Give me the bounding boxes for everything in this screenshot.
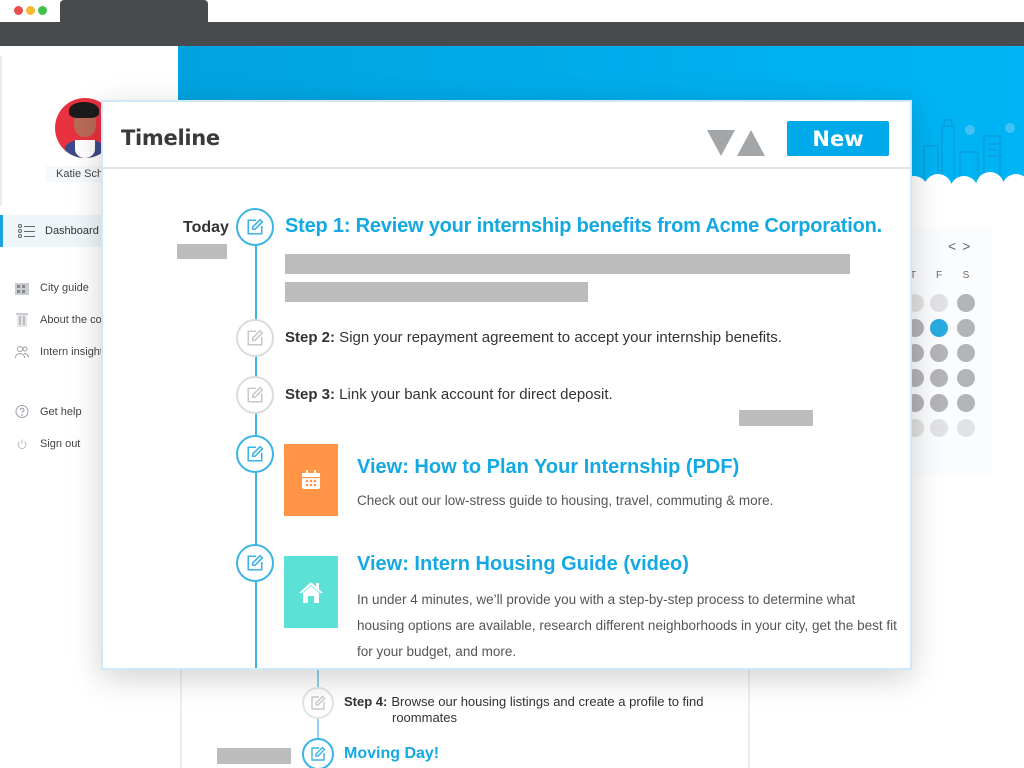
calendar-day[interactable] — [930, 369, 948, 387]
calendar-day[interactable] — [957, 394, 975, 412]
step3-body: Link your bank account for direct deposi… — [335, 386, 613, 403]
calendar-day[interactable] — [957, 369, 975, 387]
calendar-day[interactable] — [930, 294, 948, 312]
resource2-description: In under 4 minutes, we’ll provide you wi… — [357, 592, 897, 659]
help-icon — [14, 404, 30, 420]
step3-text[interactable]: Step 3: Link your bank account for direc… — [285, 386, 613, 403]
sidebar-item-dashboard[interactable]: Dashboard — [0, 215, 102, 247]
step2-text[interactable]: Step 2: Sign your repayment agreement to… — [285, 329, 782, 346]
sidebar-item-label: Intern insight — [40, 346, 103, 358]
edit-icon — [247, 218, 264, 235]
calendar-day[interactable] — [957, 319, 975, 337]
redacted-date — [739, 410, 813, 426]
calendar-day-header: F — [935, 270, 943, 281]
edit-icon — [247, 386, 264, 403]
building-icon — [14, 312, 30, 328]
calendar-day[interactable] — [957, 419, 975, 437]
sidebar-item-label: City guide — [40, 282, 89, 294]
sort-ascending-icon[interactable] — [737, 130, 765, 156]
calendar-day-header: S — [962, 270, 970, 281]
step1-title-link[interactable]: Step 1: Review your internship benefits … — [285, 215, 882, 238]
browser-toolbar — [0, 22, 1024, 46]
calendar-next-button[interactable]: > — [962, 238, 976, 254]
redacted-date — [217, 748, 291, 764]
calendar-day[interactable] — [957, 294, 975, 312]
calendar-day[interactable] — [957, 344, 975, 362]
clouds-illustration — [904, 172, 1024, 186]
edit-icon — [247, 554, 264, 571]
modal-title: Timeline — [121, 126, 220, 150]
sidebar-item-label: Dashboard — [45, 225, 99, 237]
moving-day-status-icon[interactable] — [302, 738, 334, 768]
today-label: Today — [183, 219, 229, 236]
resource1-description: Check out our low-stress guide to housin… — [357, 493, 774, 508]
step4-body-cont: roommates — [392, 710, 458, 725]
step4-prefix: Step 4: — [344, 694, 388, 709]
calendar-prev-button[interactable]: < — [948, 238, 962, 254]
city-icon — [14, 280, 30, 296]
sidebar-item-label: Sign out — [40, 438, 81, 450]
calendar-day[interactable] — [930, 394, 948, 412]
moving-day-link[interactable]: Moving Day! — [344, 745, 439, 763]
edit-icon — [247, 445, 264, 462]
sidebar-item-sign-out[interactable]: Sign out — [14, 436, 104, 452]
step4-status-icon[interactable] — [302, 687, 334, 719]
resource1-thumbnail[interactable] — [284, 444, 338, 516]
house-icon — [299, 582, 323, 603]
sidebar-item-about-company[interactable]: About the co — [14, 312, 104, 328]
step2-status-icon[interactable] — [236, 319, 274, 357]
calendar-day[interactable] — [930, 419, 948, 437]
calendar-panel: <> T F S — [906, 186, 1024, 768]
edit-icon — [311, 746, 326, 761]
avatar-collar — [75, 140, 95, 158]
minimize-window-button[interactable] — [26, 6, 35, 15]
step4-body: Browse our housing listings and create a… — [391, 694, 704, 709]
avatar-hair — [69, 102, 99, 118]
resource1-status-icon[interactable] — [236, 435, 274, 473]
step2-prefix: Step 2: — [285, 329, 336, 346]
people-icon — [14, 344, 30, 360]
sidebar-item-get-help[interactable]: Get help — [14, 404, 104, 420]
browser-titlebar — [0, 0, 1024, 23]
step1-status-icon[interactable] — [236, 208, 274, 246]
edit-icon — [247, 329, 264, 346]
browser-tab[interactable] — [60, 0, 208, 23]
step3-prefix: Step 3: — [285, 386, 336, 403]
calendar-icon — [302, 470, 320, 489]
calendar-nav: <> — [948, 238, 976, 254]
step4-text: Step 4: Browse our housing listings and c… — [344, 694, 744, 726]
resource2-status-icon[interactable] — [236, 544, 274, 582]
step2-body: Sign your repayment agreement to accept … — [335, 329, 782, 346]
divider — [0, 56, 2, 206]
sidebar-item-label: About the co — [40, 314, 102, 326]
step3-status-icon[interactable] — [236, 376, 274, 414]
resource1-title-link[interactable]: View: How to Plan Your Internship (PDF) — [357, 456, 739, 479]
resource2-title-link[interactable]: View: Intern Housing Guide (video) — [357, 553, 689, 576]
list-icon — [18, 224, 36, 238]
calendar-day-selected[interactable] — [930, 319, 948, 337]
resource2-thumbnail[interactable] — [284, 556, 338, 628]
close-window-button[interactable] — [14, 6, 23, 15]
edit-icon — [311, 695, 326, 710]
power-icon — [14, 436, 30, 452]
new-button[interactable]: New — [787, 121, 889, 156]
redacted-text — [285, 282, 588, 302]
timeline-modal: Timeline New Today Step 1: Review your i… — [101, 100, 912, 670]
maximize-window-button[interactable] — [38, 6, 47, 15]
sidebar-item-intern-insights[interactable]: Intern insight — [14, 344, 104, 360]
calendar-day[interactable] — [930, 344, 948, 362]
redacted-text — [285, 254, 850, 274]
redacted-date — [177, 244, 227, 259]
sidebar-item-label: Get help — [40, 406, 82, 418]
sort-descending-icon[interactable] — [707, 130, 735, 156]
sidebar-item-city-guide[interactable]: City guide — [14, 280, 104, 296]
modal-header: Timeline New — [103, 102, 910, 169]
